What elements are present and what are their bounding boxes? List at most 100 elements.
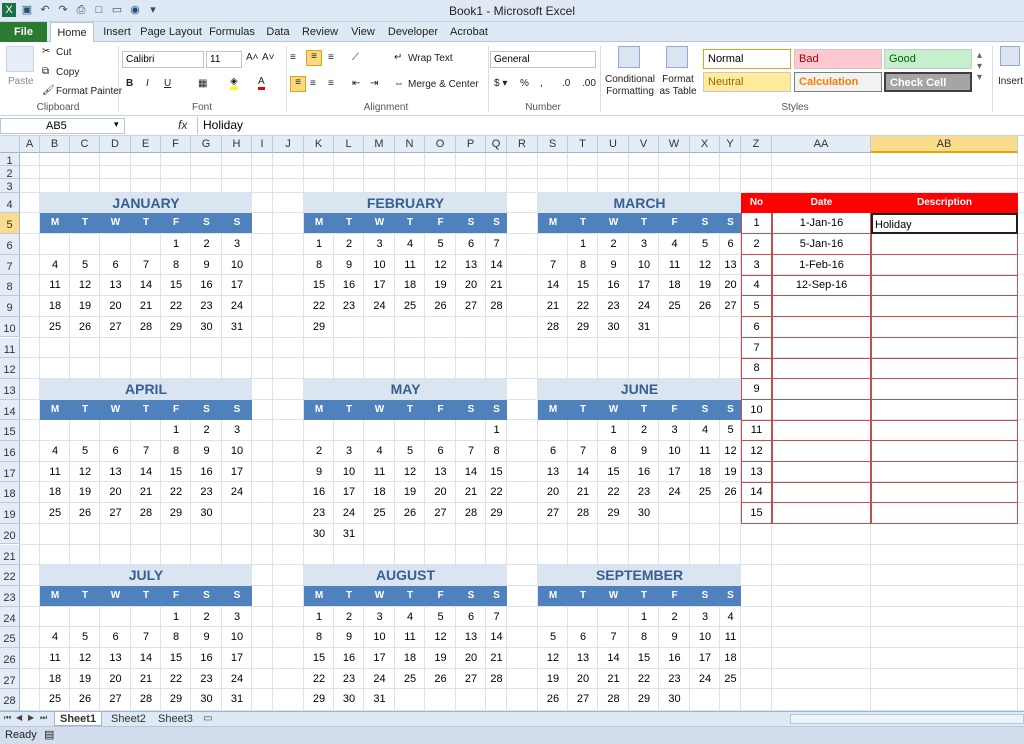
calendar-day[interactable]: 16: [304, 482, 334, 502]
calendar-day[interactable]: 28: [486, 669, 507, 689]
calendar-day[interactable]: 11: [40, 275, 70, 295]
calendar-day[interactable]: 29: [304, 317, 334, 337]
column-header-ab[interactable]: AB: [871, 136, 1018, 153]
styles-scroll-icon[interactable]: ▴ ▾ ▾: [977, 50, 982, 83]
calendar-day[interactable]: 31: [334, 524, 364, 544]
calendar-day[interactable]: 3: [629, 234, 659, 254]
calendar-day[interactable]: 4: [720, 607, 741, 627]
align-center-icon[interactable]: ≡: [310, 78, 316, 89]
row-header-3[interactable]: 3: [0, 179, 20, 193]
calendar-day[interactable]: 21: [538, 296, 568, 316]
calendar-day[interactable]: 4: [395, 607, 425, 627]
bold-icon[interactable]: B: [126, 78, 133, 89]
calendar-day[interactable]: 11: [720, 627, 741, 647]
calendar-day[interactable]: 8: [629, 627, 659, 647]
calendar-day[interactable]: 31: [629, 317, 659, 337]
sheet-tab-sheet3[interactable]: Sheet3: [153, 712, 198, 726]
calendar-day[interactable]: 21: [456, 482, 486, 502]
style-normal[interactable]: Normal: [703, 49, 791, 69]
calendar-day[interactable]: 14: [486, 627, 507, 647]
calendar-day[interactable]: 27: [425, 503, 456, 523]
calendar-day[interactable]: 14: [131, 275, 161, 295]
column-header-d[interactable]: D: [100, 136, 131, 153]
calendar-day[interactable]: 30: [191, 689, 222, 709]
calendar-day[interactable]: 2: [334, 607, 364, 627]
comma-style-icon[interactable]: ,: [540, 78, 543, 89]
calendar-day[interactable]: 10: [364, 255, 395, 275]
tab-view[interactable]: View: [346, 22, 380, 42]
calendar-day[interactable]: 22: [486, 482, 507, 502]
calendar-day[interactable]: 6: [720, 234, 741, 254]
cut-button[interactable]: Cut: [56, 47, 72, 58]
tab-insert[interactable]: Insert: [97, 22, 137, 42]
row-header-21[interactable]: 21: [0, 544, 20, 566]
insert-cells-button[interactable]: Insert: [998, 76, 1023, 87]
sheet-tab-sheet1[interactable]: Sheet1: [54, 712, 103, 726]
calendar-day[interactable]: 20: [100, 482, 131, 502]
calendar-day[interactable]: 13: [100, 648, 131, 668]
calendar-day[interactable]: 27: [720, 296, 741, 316]
calendar-day[interactable]: 8: [568, 255, 598, 275]
calendar-day[interactable]: 17: [222, 275, 252, 295]
calendar-day[interactable]: 1: [161, 420, 191, 440]
calendar-day[interactable]: 6: [456, 607, 486, 627]
calendar-day[interactable]: 22: [598, 482, 629, 502]
wrap-text-button[interactable]: Wrap Text: [408, 53, 453, 64]
row-header-2[interactable]: 2: [0, 166, 20, 180]
calendar-day[interactable]: 14: [598, 648, 629, 668]
calendar-day[interactable]: 6: [100, 441, 131, 461]
calendar-day[interactable]: 25: [395, 296, 425, 316]
calendar-day[interactable]: 25: [40, 503, 70, 523]
calendar-day[interactable]: 20: [456, 275, 486, 295]
calendar-day[interactable]: 28: [486, 296, 507, 316]
table-cell-no[interactable]: 5: [741, 296, 772, 318]
format-as-table-icon[interactable]: [666, 46, 688, 68]
calendar-day[interactable]: 9: [659, 627, 690, 647]
calendar-day[interactable]: 26: [70, 317, 100, 337]
calendar-day[interactable]: 15: [629, 648, 659, 668]
calendar-day[interactable]: 24: [659, 482, 690, 502]
calendar-day[interactable]: 28: [131, 503, 161, 523]
calendar-day[interactable]: 28: [131, 689, 161, 709]
style-check-cell[interactable]: Check Cell: [884, 72, 972, 92]
row-header-5[interactable]: 5: [0, 213, 20, 234]
table-cell-date[interactable]: [772, 296, 871, 318]
calendar-day[interactable]: 14: [131, 648, 161, 668]
calendar-day[interactable]: 12: [70, 275, 100, 295]
next-sheet-icon[interactable]: ▶: [28, 713, 34, 722]
column-header-m[interactable]: M: [364, 136, 395, 153]
calendar-day[interactable]: 8: [161, 627, 191, 647]
calendar-day[interactable]: 11: [40, 462, 70, 482]
calendar-day[interactable]: 12: [720, 441, 741, 461]
calendar-day[interactable]: 25: [659, 296, 690, 316]
row-header-28[interactable]: 28: [0, 689, 20, 711]
calendar-day[interactable]: 10: [222, 441, 252, 461]
row-header-20[interactable]: 20: [0, 523, 20, 545]
calendar-day[interactable]: 25: [40, 317, 70, 337]
calendar-day[interactable]: 9: [629, 441, 659, 461]
align-middle-icon[interactable]: ≡: [306, 50, 322, 66]
insert-cells-icon[interactable]: [1000, 46, 1020, 66]
calendar-day[interactable]: 30: [598, 317, 629, 337]
calendar-day[interactable]: 9: [304, 462, 334, 482]
calendar-day[interactable]: 23: [191, 296, 222, 316]
calendar-day[interactable]: 30: [659, 689, 690, 709]
column-header-l[interactable]: L: [334, 136, 364, 153]
table-cell-description[interactable]: [871, 420, 1018, 442]
column-header-i[interactable]: I: [252, 136, 273, 153]
calendar-day[interactable]: 18: [395, 648, 425, 668]
table-cell-date[interactable]: [772, 358, 871, 380]
calendar-day[interactable]: 28: [598, 689, 629, 709]
calendar-day[interactable]: 23: [334, 296, 364, 316]
calendar-day[interactable]: 5: [690, 234, 720, 254]
tab-review[interactable]: Review: [298, 22, 342, 42]
row-header-9[interactable]: 9: [0, 296, 20, 317]
calendar-day[interactable]: 1: [629, 607, 659, 627]
column-header-p[interactable]: P: [456, 136, 486, 153]
calendar-day[interactable]: 10: [334, 462, 364, 482]
column-header-k[interactable]: K: [304, 136, 334, 153]
calendar-day[interactable]: 3: [222, 234, 252, 254]
calendar-day[interactable]: 21: [131, 482, 161, 502]
font-size-select[interactable]: 11: [206, 51, 242, 68]
borders-icon[interactable]: ▦: [198, 78, 207, 89]
